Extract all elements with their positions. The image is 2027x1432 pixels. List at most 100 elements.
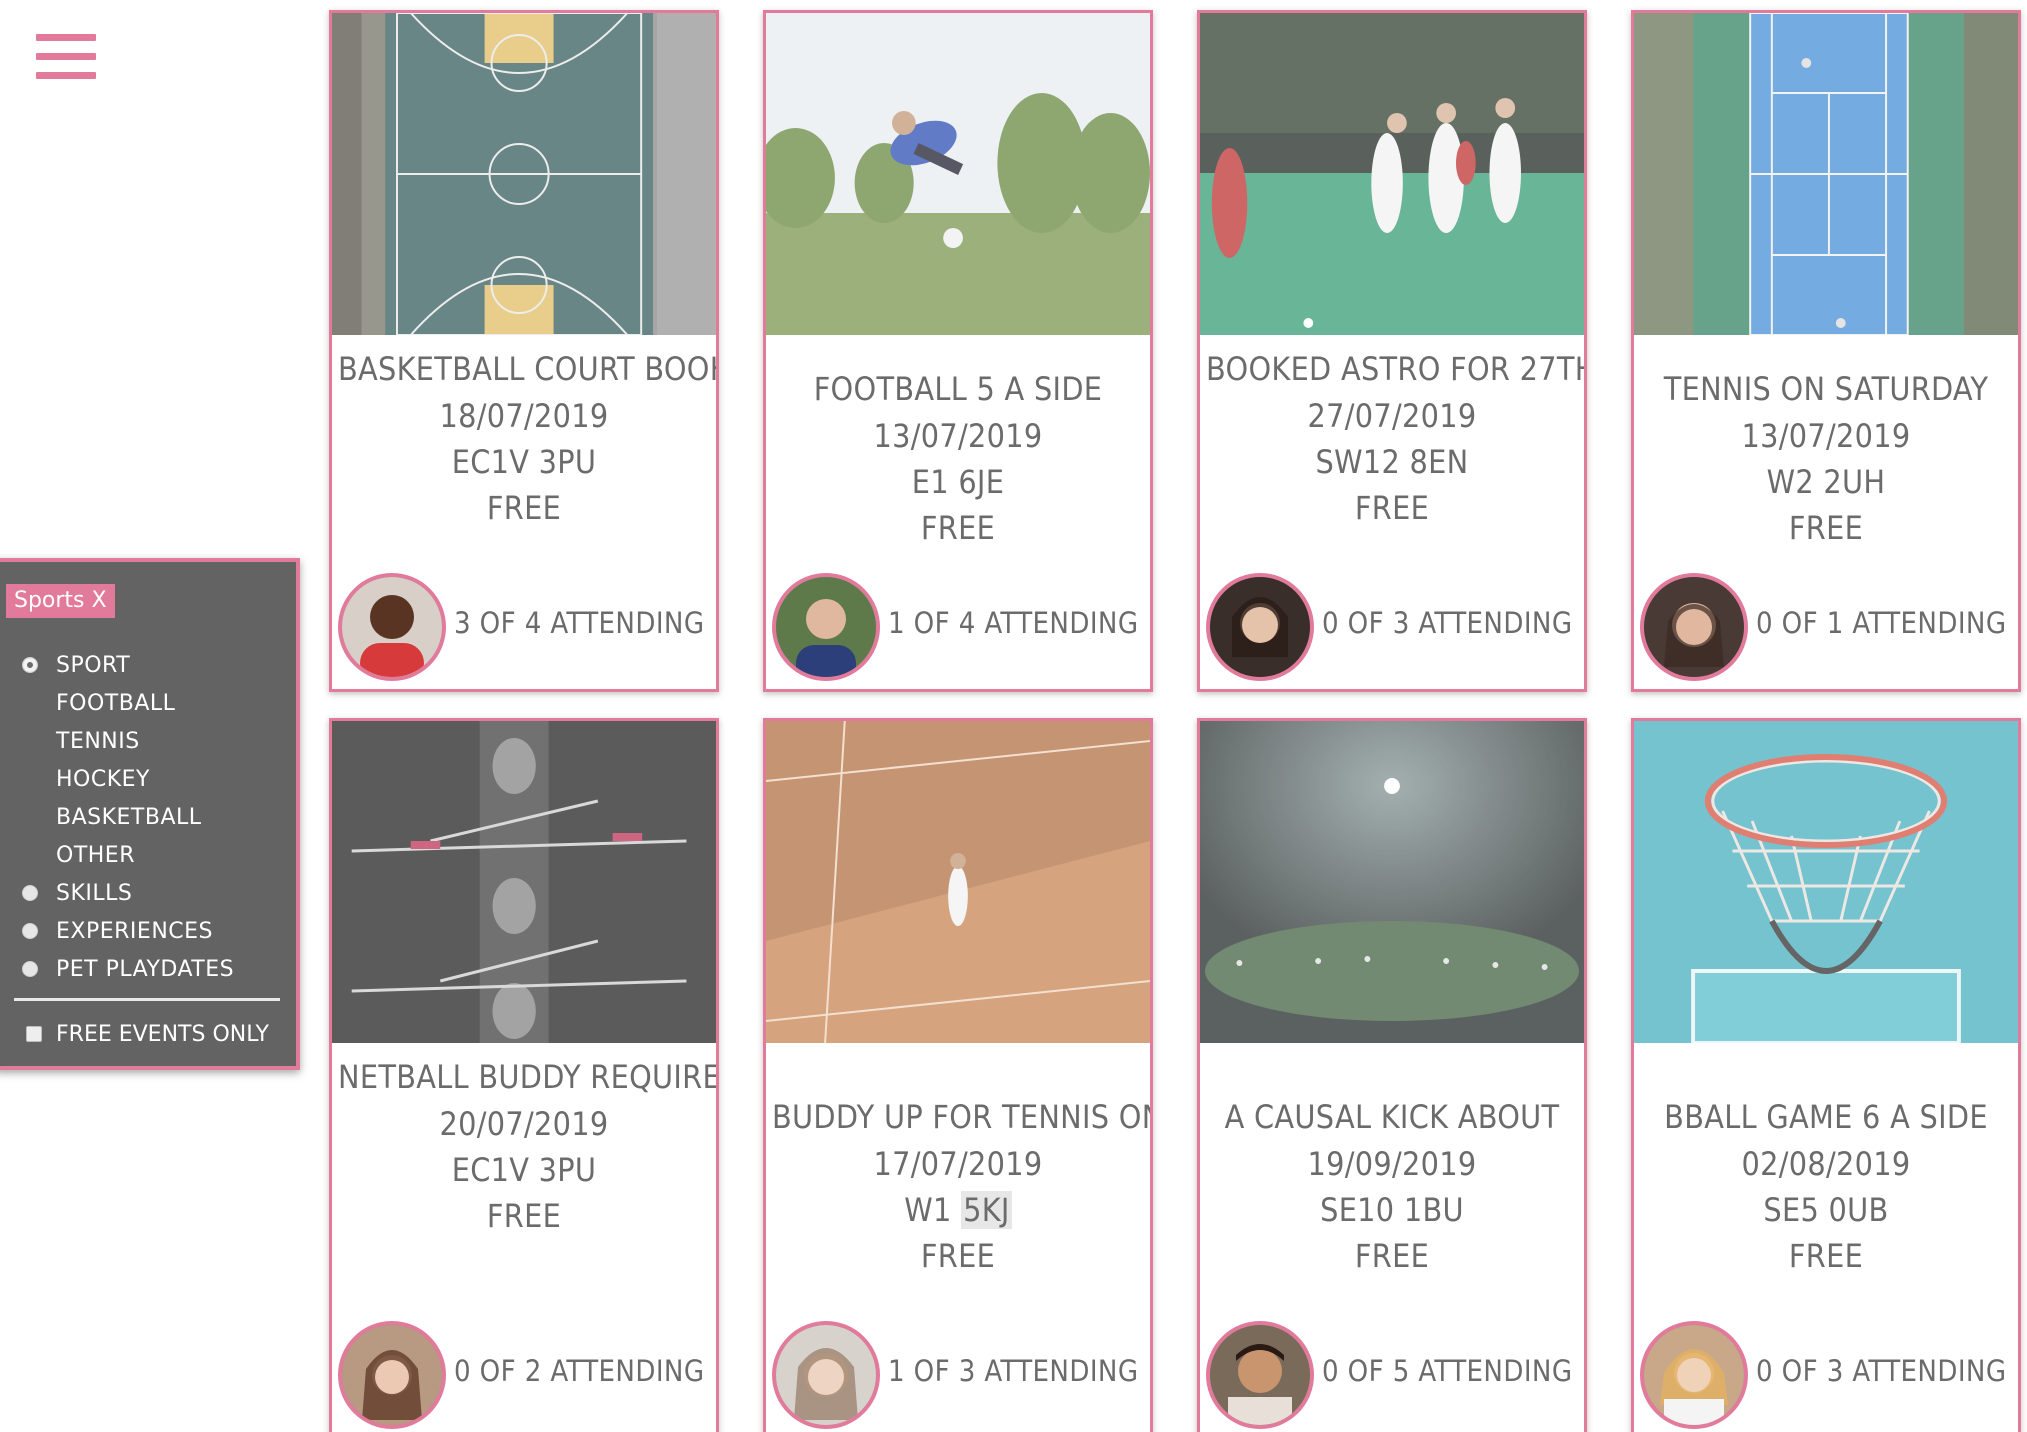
event-price: FREE xyxy=(1354,489,1430,527)
user-avatar[interactable] xyxy=(772,573,880,681)
filter-label: FOOTBALL xyxy=(56,690,176,716)
event-title: TENNIS ON SATURDAY xyxy=(1663,370,1989,408)
event-title: BASKETBALL COURT BOOKED, NEED FRIENDS xyxy=(338,350,716,388)
filter-subitem-other[interactable]: OTHER xyxy=(0,836,296,874)
filter-subitem-hockey[interactable]: HOCKEY xyxy=(0,760,296,798)
event-postcode: W1 5KJ xyxy=(772,1187,1144,1233)
attendance-count: 1 OF 4 ATTENDING xyxy=(888,606,1139,640)
attendance-count: 0 OF 1 ATTENDING xyxy=(1756,606,2007,640)
event-card[interactable]: TENNIS ON SATURDAY 13/07/2019 W2 2UH FRE… xyxy=(1631,10,2021,692)
event-postcode: SE10 1BU xyxy=(1320,1191,1464,1229)
event-card[interactable]: BOOKED ASTRO FOR 27TH JULY 27/07/2019 SW… xyxy=(1197,10,1587,692)
user-avatar[interactable] xyxy=(1640,1321,1748,1429)
user-avatar[interactable] xyxy=(1206,573,1314,681)
event-price: FREE xyxy=(1354,1237,1430,1275)
event-postcode: W2 2UH xyxy=(1766,463,1886,501)
event-details: BUDDY UP FOR TENNIS ON WEDNESDAY 17/07/2… xyxy=(766,1097,1150,1279)
event-card[interactable]: BBALL GAME 6 A SIDE 02/08/2019 SE5 0UB F… xyxy=(1631,718,2021,1432)
event-date: 18/07/2019 xyxy=(439,397,609,435)
checkbox[interactable] xyxy=(26,1026,42,1042)
attendance-count: 0 OF 3 ATTENDING xyxy=(1322,606,1573,640)
event-price: FREE xyxy=(920,509,996,547)
event-price: FREE xyxy=(486,1197,562,1235)
filter-label: TENNIS xyxy=(56,728,140,754)
event-date: 17/07/2019 xyxy=(873,1145,1043,1183)
clay-court-image xyxy=(766,721,1150,1043)
radio-button[interactable] xyxy=(22,885,38,901)
card-footer: 0 OF 3 ATTENDING xyxy=(1200,573,1584,681)
menu-icon[interactable] xyxy=(36,34,96,82)
filter-label: OTHER xyxy=(56,842,135,868)
free-events-toggle[interactable]: FREE EVENTS ONLY xyxy=(0,1014,296,1054)
user-avatar[interactable] xyxy=(1640,573,1748,681)
event-details: BOOKED ASTRO FOR 27TH JULY 27/07/2019 SW… xyxy=(1200,349,1584,531)
card-footer: 0 OF 2 ATTENDING xyxy=(332,1321,716,1429)
filter-label: EXPERIENCES xyxy=(56,918,213,944)
filter-label: PET PLAYDATES xyxy=(56,956,235,982)
divider xyxy=(14,998,280,1001)
basketball-court-image xyxy=(332,13,716,335)
rowing-image xyxy=(332,721,716,1043)
event-postcode: EC1V 3PU xyxy=(451,443,597,481)
event-postcode: SE5 0UB xyxy=(1763,1191,1889,1229)
filter-subitem-basketball[interactable]: BASKETBALL xyxy=(0,798,296,836)
filter-option-skills[interactable]: SKILLS xyxy=(0,874,296,912)
filter-label: SKILLS xyxy=(56,880,133,906)
filter-label: SPORT xyxy=(56,652,131,678)
football-player-image xyxy=(766,13,1150,335)
card-footer: 1 OF 4 ATTENDING xyxy=(766,573,1150,681)
tennis-court-image xyxy=(1634,13,2018,335)
card-footer: 0 OF 3 ATTENDING xyxy=(1634,1321,2018,1429)
user-avatar[interactable] xyxy=(1206,1321,1314,1429)
user-avatar[interactable] xyxy=(772,1321,880,1429)
event-title: A CAUSAL KICK ABOUT xyxy=(1224,1098,1560,1136)
filter-option-experiences[interactable]: EXPERIENCES xyxy=(0,912,296,950)
radio-button[interactable] xyxy=(22,961,38,977)
radio-button[interactable] xyxy=(22,657,38,673)
event-card[interactable]: NETBALL BUDDY REQUIRED - COUNTY STANDARD… xyxy=(329,718,719,1432)
filter-label: FREE EVENTS ONLY xyxy=(56,1021,269,1047)
attendance-count: 0 OF 5 ATTENDING xyxy=(1322,1354,1573,1388)
hockey-players-image xyxy=(1200,13,1584,335)
event-title: NETBALL BUDDY REQUIRED - COUNTY STANDARD… xyxy=(338,1058,716,1096)
card-footer: 0 OF 1 ATTENDING xyxy=(1634,573,2018,681)
attendance-count: 0 OF 3 ATTENDING xyxy=(1756,1354,2007,1388)
night-pitch-image xyxy=(1200,721,1584,1043)
filter-subitem-tennis[interactable]: TENNIS xyxy=(0,722,296,760)
attendance-count: 1 OF 3 ATTENDING xyxy=(888,1354,1139,1388)
event-title: FOOTBALL 5 A SIDE xyxy=(813,370,1103,408)
event-details: BASKETBALL COURT BOOKED, NEED FRIENDS 18… xyxy=(332,349,716,531)
basketball-hoop-image xyxy=(1634,721,2018,1043)
user-avatar[interactable] xyxy=(338,1321,446,1429)
menu-bar xyxy=(36,34,96,41)
event-card[interactable]: BUDDY UP FOR TENNIS ON WEDNESDAY 17/07/2… xyxy=(763,718,1153,1432)
event-date: 27/07/2019 xyxy=(1307,397,1477,435)
attendance-count: 3 OF 4 ATTENDING xyxy=(454,606,705,640)
event-date: 02/08/2019 xyxy=(1741,1145,1911,1183)
filter-subitem-football[interactable]: FOOTBALL xyxy=(0,684,296,722)
event-details: FOOTBALL 5 A SIDE 13/07/2019 E1 6JE FREE xyxy=(766,369,1150,551)
event-card[interactable]: BASKETBALL COURT BOOKED, NEED FRIENDS 18… xyxy=(329,10,719,692)
event-details: BBALL GAME 6 A SIDE 02/08/2019 SE5 0UB F… xyxy=(1634,1097,2018,1279)
event-card[interactable]: FOOTBALL 5 A SIDE 13/07/2019 E1 6JE FREE… xyxy=(763,10,1153,692)
category-list: SPORT FOOTBALL TENNIS HOCKEY BASKETBALL … xyxy=(0,646,296,988)
app-tag[interactable]: Sports X xyxy=(6,584,115,618)
card-footer: 1 OF 3 ATTENDING xyxy=(766,1321,1150,1429)
postcode-outward: W1 xyxy=(904,1191,952,1229)
user-avatar[interactable] xyxy=(338,573,446,681)
attendance-count: 0 OF 2 ATTENDING xyxy=(454,1354,705,1388)
event-title: BUDDY UP FOR TENNIS ON WEDNESDAY xyxy=(772,1098,1150,1136)
event-title: BOOKED ASTRO FOR 27TH JULY xyxy=(1206,350,1584,388)
event-card[interactable]: A CAUSAL KICK ABOUT 19/09/2019 SE10 1BU … xyxy=(1197,718,1587,1432)
card-footer: 3 OF 4 ATTENDING xyxy=(332,573,716,681)
filter-option-pet-playdates[interactable]: PET PLAYDATES xyxy=(0,950,296,988)
event-title: BBALL GAME 6 A SIDE xyxy=(1664,1098,1988,1136)
event-date: 13/07/2019 xyxy=(873,417,1043,455)
event-price: FREE xyxy=(1788,1237,1864,1275)
radio-button[interactable] xyxy=(22,923,38,939)
filter-label: BASKETBALL xyxy=(56,804,202,830)
event-date: 20/07/2019 xyxy=(439,1105,609,1143)
event-postcode: E1 6JE xyxy=(911,463,1005,501)
event-details: NETBALL BUDDY REQUIRED - COUNTY STANDARD… xyxy=(332,1057,716,1239)
filter-option-sport[interactable]: SPORT xyxy=(0,646,296,684)
